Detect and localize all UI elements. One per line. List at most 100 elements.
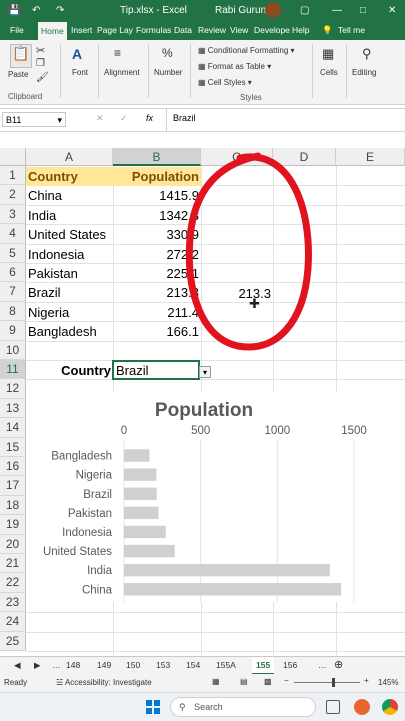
sheet-tab-149[interactable]: 149 (97, 660, 111, 670)
row-header-1[interactable]: 1 (0, 166, 26, 186)
row-header-4[interactable]: 4 (0, 224, 26, 244)
row-header-19[interactable]: 19 (0, 515, 26, 535)
country-cell[interactable]: China (28, 186, 62, 205)
row-header-7[interactable]: 7 (0, 282, 26, 302)
row-header-6[interactable]: 6 (0, 263, 26, 283)
maximize-icon[interactable]: □ (360, 5, 366, 16)
zoom-slider[interactable] (294, 682, 360, 683)
editing-search-icon[interactable]: ⚲ (362, 46, 372, 62)
tab-page-layout[interactable]: Page Lay (97, 25, 133, 35)
cell-styles-button[interactable]: ▦ Cell Styles ▾ (198, 78, 252, 87)
avatar[interactable] (265, 2, 281, 18)
row-header-9[interactable]: 9 (0, 321, 26, 341)
tell-me-search[interactable]: Tell me (338, 25, 365, 35)
row-header-21[interactable]: 21 (0, 554, 26, 574)
country-cell[interactable]: Indonesia (28, 245, 84, 264)
country-cell[interactable]: Bangladesh (28, 322, 97, 341)
row-header-22[interactable]: 22 (0, 573, 26, 593)
row-header-8[interactable]: 8 (0, 301, 26, 322)
row-header-23[interactable]: 23 (0, 592, 26, 613)
row-header-16[interactable]: 16 (0, 457, 26, 477)
name-box[interactable]: B11 ▾ (2, 112, 66, 127)
normal-view-icon[interactable]: ▦ (212, 677, 220, 686)
taskbar-search-box[interactable]: ⚲ Search (170, 697, 316, 717)
ribbon-display-icon[interactable]: ▢ (300, 5, 309, 16)
sheet-scroll-left-icon[interactable]: ◀ (14, 660, 21, 671)
chrome-icon[interactable] (382, 699, 398, 715)
column-header-e[interactable]: E (336, 148, 405, 166)
minimize-icon[interactable]: — (332, 5, 342, 16)
sheet-tab-155a[interactable]: 155A (216, 660, 236, 670)
zoom-out-icon[interactable]: − (284, 676, 289, 685)
select-all-button[interactable] (0, 148, 26, 166)
sheet-tab-150[interactable]: 150 (126, 660, 140, 670)
fx-icon[interactable]: fx (146, 113, 153, 123)
row-header-13[interactable]: 13 (0, 398, 26, 419)
row-header-3[interactable]: 3 (0, 204, 26, 225)
tab-data[interactable]: Data (174, 25, 192, 35)
cut-icon[interactable]: ✂ (36, 44, 45, 57)
country-dropdown-value[interactable]: Brazil (116, 361, 149, 380)
tab-file[interactable]: File (10, 25, 24, 35)
paste-icon[interactable]: 📋 (10, 44, 32, 68)
sheet-tab-153[interactable]: 153 (156, 660, 170, 670)
row-header-12[interactable]: 12 (0, 379, 26, 399)
format-painter-icon[interactable]: 🖌 (36, 72, 49, 83)
column-header-a[interactable]: A (26, 148, 113, 166)
sheet-more-right-icon[interactable]: … (318, 660, 327, 670)
dropdown-arrow-icon[interactable]: ▾ (199, 366, 211, 378)
save-icon[interactable]: 💾 (8, 5, 20, 16)
sheet-tab-154[interactable]: 154 (186, 660, 200, 670)
cancel-icon[interactable]: ✕ (96, 113, 104, 124)
row-header-17[interactable]: 17 (0, 476, 26, 496)
row-header-24[interactable]: 24 (0, 612, 26, 632)
paste-button[interactable]: Paste (8, 70, 28, 79)
windows-start-icon[interactable] (146, 700, 160, 714)
tab-review[interactable]: Review (198, 25, 226, 35)
redo-icon[interactable]: ↷ (56, 5, 64, 16)
row-header-20[interactable]: 20 (0, 534, 26, 554)
number-button[interactable]: Number (154, 68, 182, 77)
row-header-2[interactable]: 2 (0, 185, 26, 205)
format-as-table-button[interactable]: ▦ Format as Table ▾ (198, 62, 271, 71)
editing-button[interactable]: Editing (352, 68, 376, 77)
country-cell[interactable]: Nigeria (28, 303, 69, 322)
enter-icon[interactable]: ✓ (120, 113, 128, 124)
row-header-25[interactable]: 25 (0, 631, 26, 651)
row-header-15[interactable]: 15 (0, 437, 26, 457)
cells-icon[interactable]: ▦ (322, 46, 334, 62)
country-label-cell[interactable]: Country (26, 361, 111, 380)
tab-view[interactable]: View (230, 25, 248, 35)
alignment-button[interactable]: Alignment (104, 68, 140, 77)
firefox-icon[interactable] (354, 699, 370, 715)
font-button[interactable]: Font (72, 68, 88, 77)
row-header-5[interactable]: 5 (0, 243, 26, 263)
sheet-scroll-right-icon[interactable]: ▶ (34, 660, 41, 671)
zoom-slider-thumb[interactable] (332, 678, 335, 687)
task-view-icon[interactable] (326, 700, 340, 714)
undo-icon[interactable]: ↶ (32, 5, 40, 16)
header-country[interactable]: Country (28, 167, 78, 186)
sheet-tab-148[interactable]: 148 (66, 660, 80, 670)
alignment-icon[interactable]: ≡ (114, 46, 121, 60)
row-header-18[interactable]: 18 (0, 495, 26, 516)
font-icon[interactable]: A (72, 46, 82, 62)
page-break-view-icon[interactable]: ▩ (264, 677, 272, 686)
tab-formulas[interactable]: Formulas (136, 25, 171, 35)
conditional-formatting-button[interactable]: ▦ Conditional Formatting ▾ (198, 46, 295, 55)
sheet-more-icon[interactable]: … (52, 660, 61, 670)
tab-home[interactable]: Home (38, 22, 67, 40)
user-name[interactable]: Rabi Gurung (215, 5, 272, 16)
close-icon[interactable]: ✕ (388, 5, 396, 16)
zoom-in-icon[interactable]: + (364, 676, 369, 685)
row-header-11[interactable]: 11 (0, 360, 26, 380)
formula-input[interactable]: Brazil (173, 113, 196, 123)
cells-button[interactable]: Cells (320, 68, 338, 77)
page-layout-view-icon[interactable]: ▤ (240, 677, 248, 686)
percent-icon[interactable]: % (162, 46, 173, 60)
row-header-10[interactable]: 10 (0, 340, 26, 360)
sheet-tab-155[interactable]: 155 (252, 657, 275, 675)
add-sheet-icon[interactable]: ⊕ (334, 658, 343, 671)
accessibility-status[interactable]: ☱ Accessibility: Investigate (56, 678, 152, 687)
row-header-14[interactable]: 14 (0, 418, 26, 438)
